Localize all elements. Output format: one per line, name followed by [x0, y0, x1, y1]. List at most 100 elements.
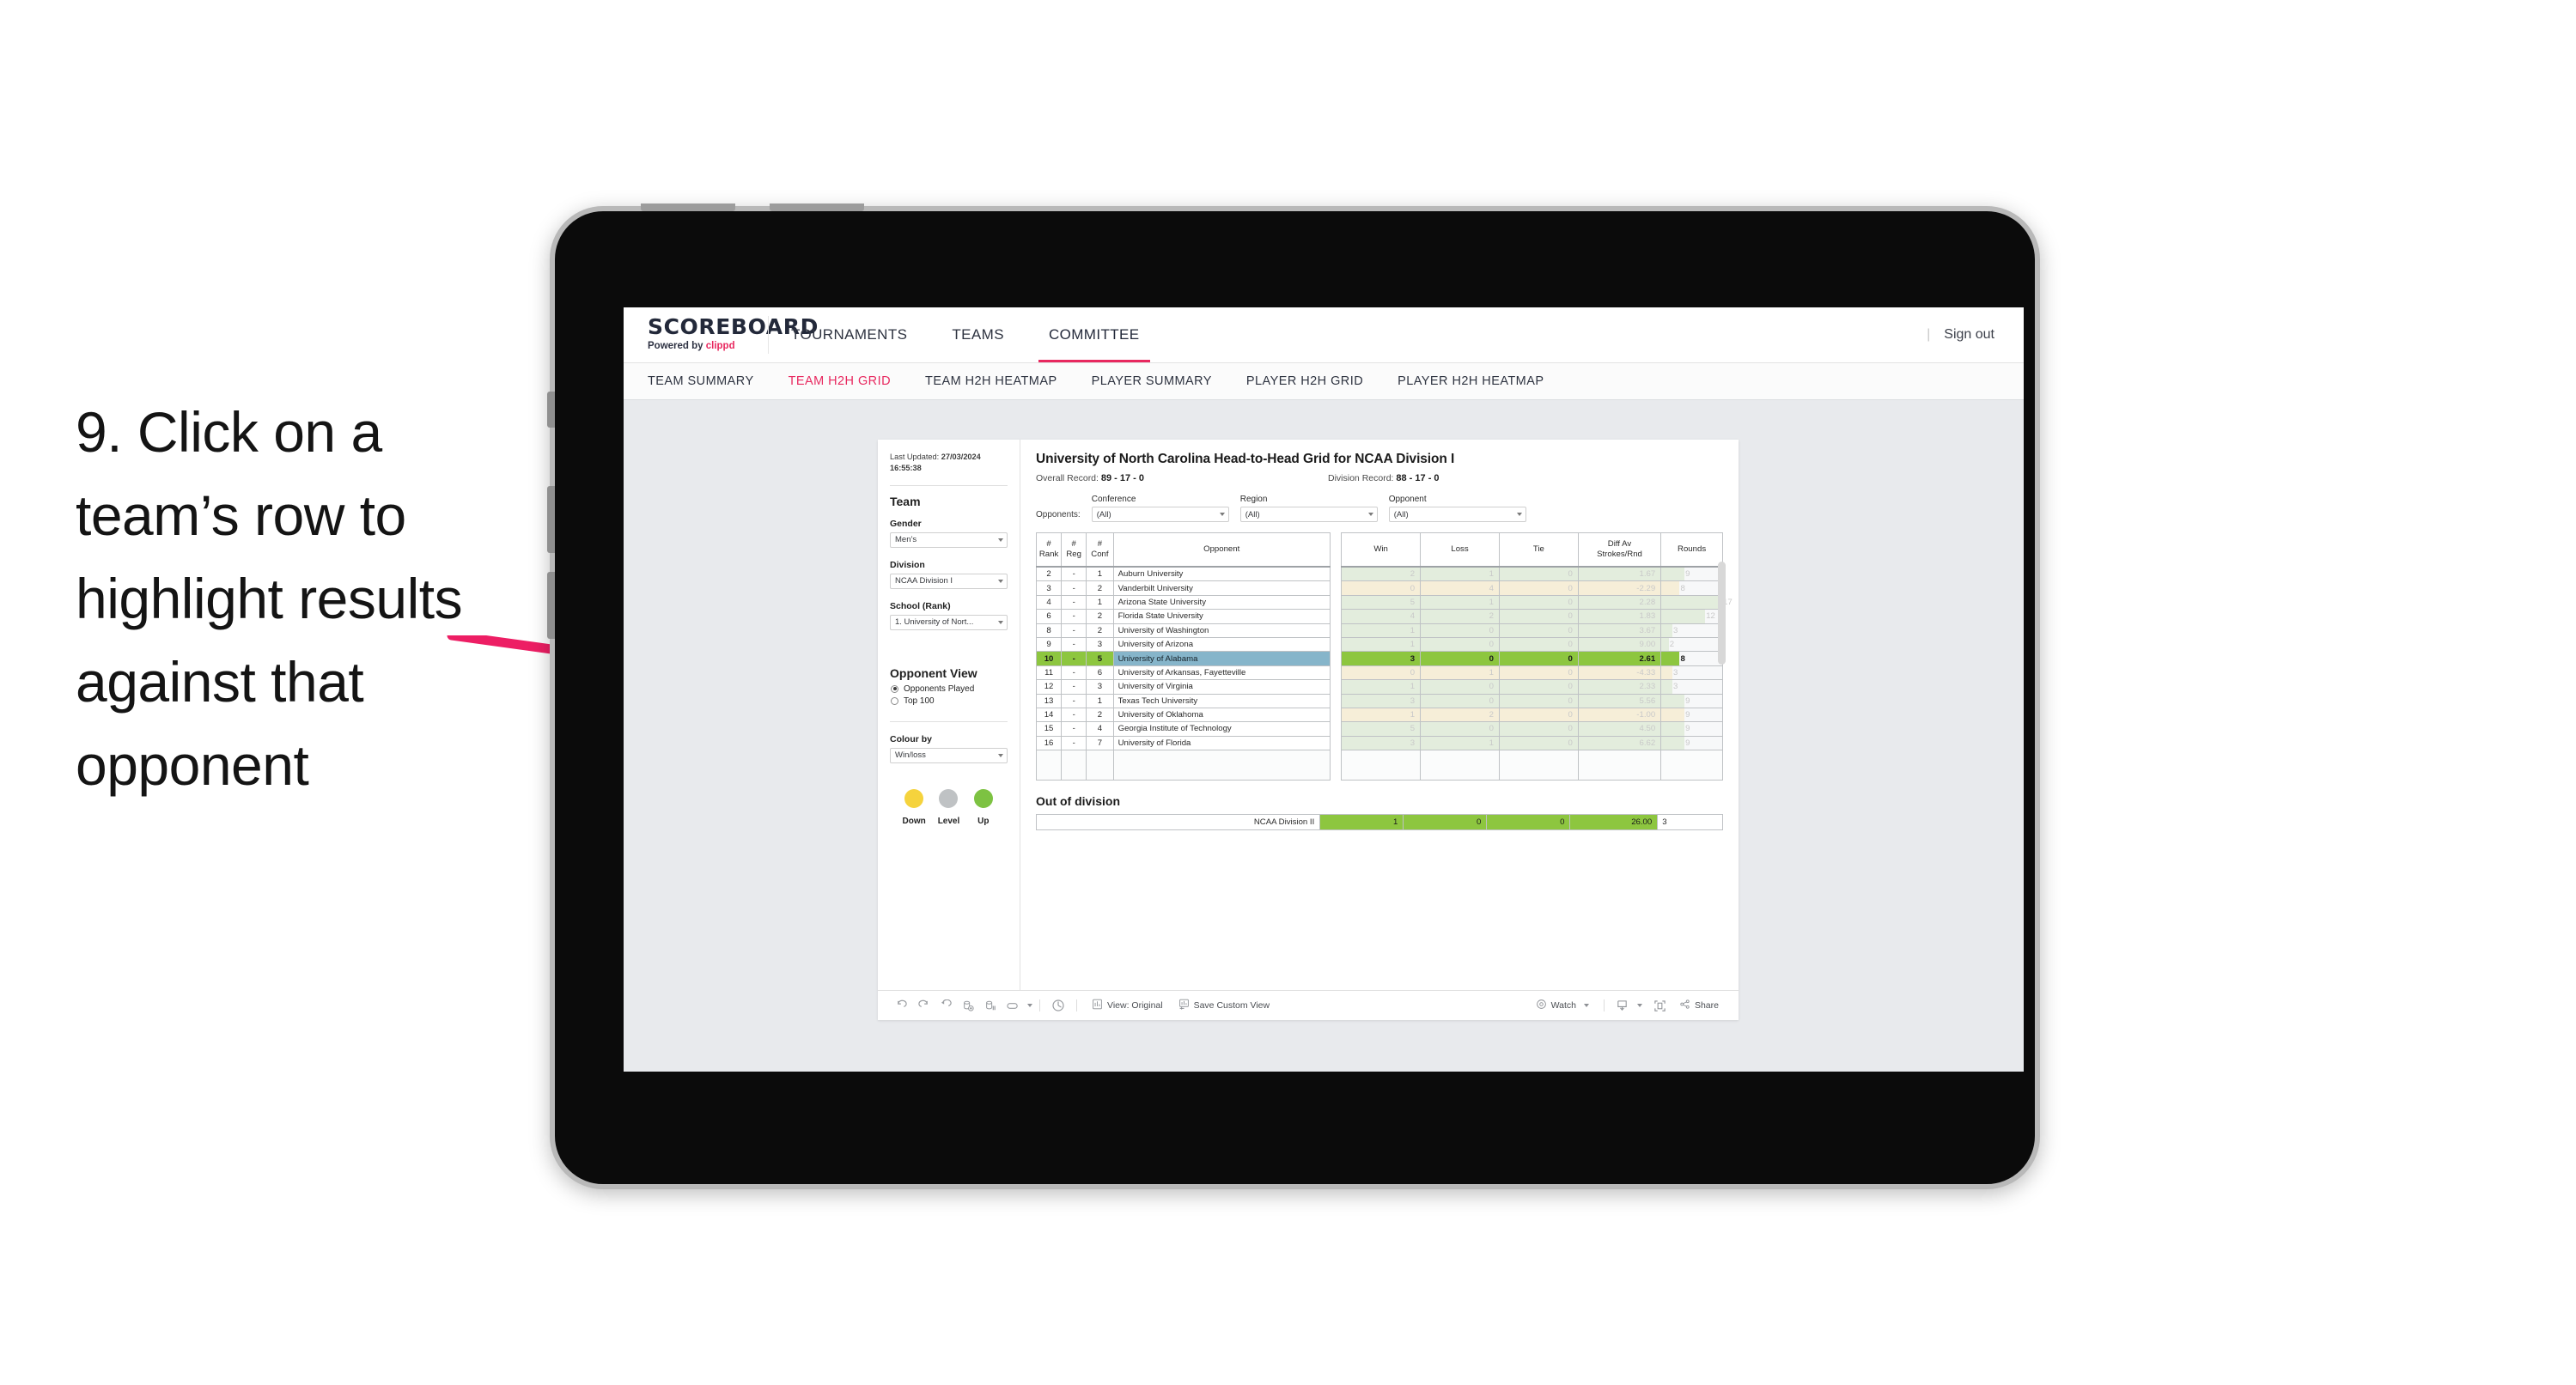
cell-tie: 0	[1498, 721, 1579, 737]
cell-conf: 3	[1086, 679, 1114, 695]
division-value: NCAA Division I	[895, 576, 953, 586]
cell-spacer	[1330, 623, 1342, 638]
chevron-down-icon	[998, 538, 1003, 542]
table-row[interactable]: 11-6 University of Arkansas, Fayetteville…	[1035, 665, 1723, 681]
tab-player-summary[interactable]: PLAYER SUMMARY	[1092, 374, 1233, 388]
tab-team-h2h-grid[interactable]: TEAM H2H GRID	[789, 374, 911, 388]
school-value: 1. University of Nort...	[895, 617, 974, 628]
pause-refresh-icon[interactable]	[1047, 994, 1069, 1017]
cell-loss: 1	[1420, 665, 1500, 681]
cell-reg: -	[1061, 721, 1087, 737]
save-custom-view-button[interactable]: Save Custom View	[1178, 999, 1270, 1012]
revert-icon[interactable]	[935, 994, 957, 1017]
cell-opponent: Auburn University	[1112, 566, 1331, 582]
device-preview-icon[interactable]	[1649, 994, 1672, 1017]
radio-selected-icon	[891, 684, 898, 693]
chevron-down-icon[interactable]	[1636, 1004, 1642, 1007]
table-row[interactable]: 4-1 Arizona State University 5 1 0 2.28 17	[1035, 594, 1733, 610]
conference-filter-value: (All)	[1096, 509, 1111, 519]
radio-opponents-played[interactable]: Opponents Played	[891, 684, 1008, 694]
chevron-down-icon	[998, 579, 1003, 583]
th-conf[interactable]: # Conf	[1086, 532, 1114, 568]
overall-record-value: 89 - 17 - 0	[1100, 473, 1145, 483]
save-custom-view-label: Save Custom View	[1193, 1000, 1270, 1011]
table-row[interactable]: 13-1 Texas Tech University 3 0 0 5.56 9	[1035, 693, 1723, 708]
cell-diff: 6.62	[1577, 735, 1662, 751]
cell-loss: 2	[1420, 707, 1500, 723]
share-button[interactable]: Share	[1679, 999, 1719, 1012]
loop-icon[interactable]	[1002, 994, 1024, 1017]
tab-team-h2h-heatmap[interactable]: TEAM H2H HEATMAP	[925, 374, 1078, 388]
region-filter-select[interactable]: (All)	[1239, 507, 1378, 522]
cell-rank: 16	[1035, 735, 1063, 751]
table-row[interactable]: 15-4 Georgia Institute of Technology 5 0 0 4.…	[1035, 721, 1723, 737]
download-icon[interactable]	[1611, 994, 1634, 1017]
nav-item-teams[interactable]: TEAMS	[929, 307, 1026, 362]
table-row[interactable]: 2-1 Auburn University 2 1 0 1.67 9	[1035, 566, 1723, 582]
table-row[interactable]: 10-5 University of Alabama 3 0 0 2.61 8	[1035, 651, 1723, 666]
tab-team-summary[interactable]: TEAM SUMMARY	[648, 374, 775, 388]
table-row[interactable]: 3-2 Vanderbilt University 0 4 0 -2.29 8	[1035, 580, 1723, 596]
top-bar-right: | Sign out	[1927, 307, 2024, 362]
pause-auto-update-icon[interactable]	[979, 994, 1002, 1017]
radio-top-100[interactable]: Top 100	[891, 696, 1008, 706]
nav-item-tournaments[interactable]: TOURNAMENTS	[769, 307, 929, 362]
school-field: School (Rank) 1. University of Nort...	[890, 601, 1008, 630]
tab-player-h2h-heatmap[interactable]: PLAYER H2H HEATMAP	[1398, 374, 1564, 388]
division-select[interactable]: NCAA Division I	[890, 573, 1008, 589]
instruction-callout: 9. Click on a team’s row to highlight re…	[76, 400, 463, 798]
legend-label-down: Down	[902, 816, 926, 826]
sign-out-link[interactable]: Sign out	[1944, 327, 1994, 343]
cell-conf: 7	[1086, 735, 1114, 751]
refresh-data-icon[interactable]	[957, 994, 979, 1017]
colour-by-select[interactable]: Win/loss	[890, 747, 1008, 763]
undo-icon[interactable]	[890, 994, 912, 1017]
region-filter: Region (All)	[1239, 495, 1378, 522]
legend-item-up: Up	[966, 788, 1001, 828]
toolbar-right-group: Watch Share	[1528, 994, 1726, 1017]
cell-rank: 6	[1035, 609, 1063, 624]
table-row[interactable]: 8-2 University of Washington 1 0 0 3.67 3	[1035, 623, 1723, 638]
th-diff[interactable]: Diff Av Strokes/Rnd	[1577, 532, 1662, 568]
cell-spacer	[1330, 721, 1342, 737]
out-of-division-row[interactable]: NCAA Division II 1 0 0 26.00 3	[1035, 814, 1723, 831]
nav-item-committee[interactable]: COMMITTEE	[1026, 307, 1162, 362]
brand-logo[interactable]: SCOREBOARD Powered by clippd	[624, 307, 818, 362]
table-row[interactable]: 12-3 University of Virginia 1 0 0 2.33 3	[1035, 679, 1723, 695]
opponent-filter-select[interactable]: (All)	[1388, 507, 1526, 522]
cell-empty	[1420, 750, 1500, 781]
th-opponent[interactable]: Opponent	[1112, 532, 1331, 568]
chevron-down-icon[interactable]	[1027, 1004, 1032, 1007]
h2h-grid-table-wrap: # Rank # Reg # Conf Opponent Win Loss Tie	[1035, 532, 1733, 781]
table-row[interactable]: 14-2 University of Oklahoma 1 2 0 -1.00 9	[1035, 707, 1723, 723]
table-scrollbar[interactable]	[1718, 562, 1726, 665]
device-power-button	[770, 203, 864, 211]
watch-button[interactable]: Watch	[1536, 999, 1589, 1012]
region-filter-value: (All)	[1245, 509, 1260, 519]
th-loss[interactable]: Loss	[1420, 532, 1500, 568]
table-row[interactable]: 9-3 University of Arizona 1 0 0 9.00 2	[1035, 636, 1723, 653]
th-reg-line1: #	[1071, 539, 1076, 550]
watch-icon	[1536, 999, 1547, 1012]
view-original-label: View: Original	[1107, 1000, 1163, 1011]
th-win[interactable]: Win	[1341, 532, 1422, 568]
th-rank[interactable]: # Rank	[1035, 532, 1063, 568]
gender-select[interactable]: Men’s	[890, 532, 1008, 548]
save-view-icon	[1178, 999, 1190, 1012]
conference-filter-select[interactable]: (All)	[1091, 507, 1229, 522]
app-top-bar: SCOREBOARD Powered by clippd TOURNAMENTS…	[624, 307, 2024, 363]
tab-player-h2h-grid[interactable]: PLAYER H2H GRID	[1246, 374, 1384, 388]
cell-tie: 0	[1498, 580, 1579, 596]
view-original-button[interactable]: View: Original	[1092, 999, 1163, 1012]
school-select[interactable]: 1. University of Nort...	[890, 614, 1008, 630]
cell-spacer	[1330, 651, 1342, 666]
redo-icon[interactable]	[912, 994, 935, 1017]
chevron-down-icon	[998, 620, 1003, 624]
table-row[interactable]: 6-2 Florida State University 4 2 0 1.83 12	[1035, 609, 1723, 624]
colour-by-label: Colour by	[890, 733, 932, 744]
th-reg[interactable]: # Reg	[1061, 532, 1087, 568]
table-row[interactable]: 16-7 University of Florida 3 1 0 6.62 9	[1035, 735, 1723, 751]
th-rounds[interactable]: Rounds	[1660, 532, 1723, 568]
legend-dot-down	[904, 788, 924, 808]
th-tie[interactable]: Tie	[1498, 532, 1579, 568]
